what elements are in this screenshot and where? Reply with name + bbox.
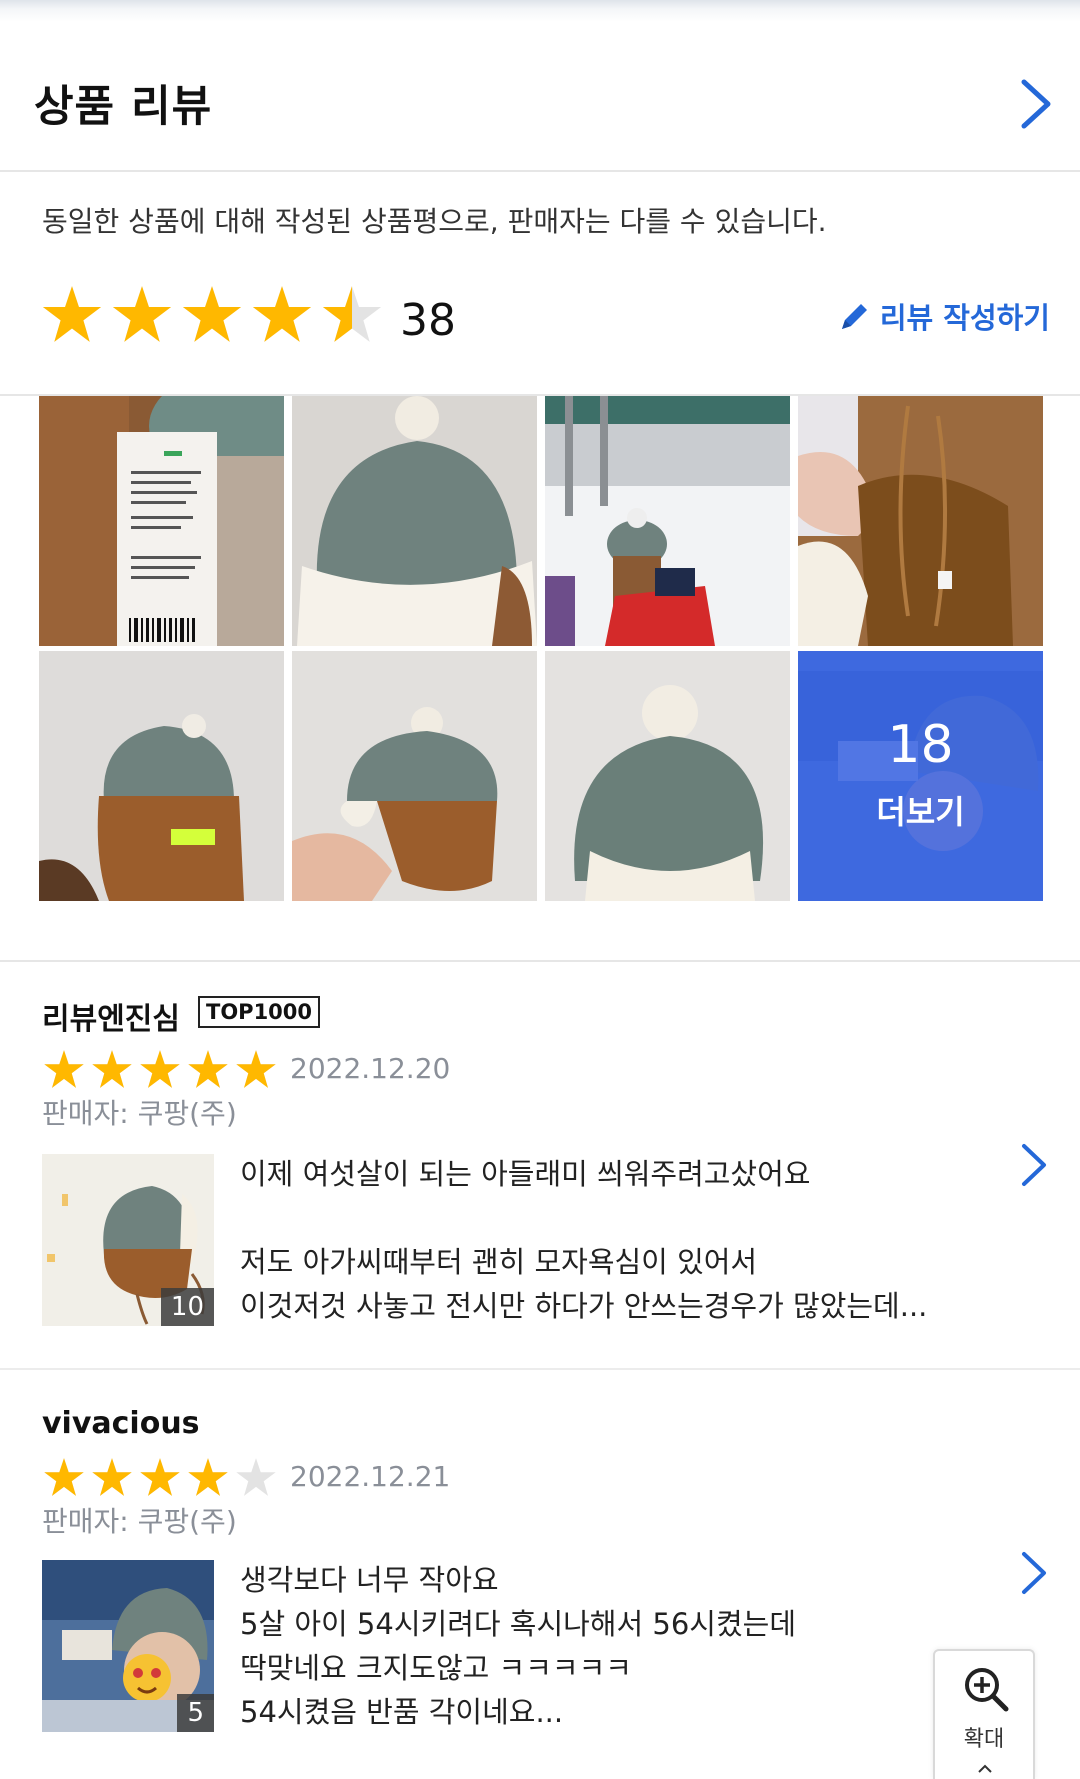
star-filled-icon xyxy=(112,286,172,342)
reviewer-name: vivacious xyxy=(42,1406,200,1441)
review-photo[interactable] xyxy=(545,651,790,901)
more-photos-button[interactable]: 18 더보기 xyxy=(798,651,1043,901)
star-filled-icon xyxy=(188,1458,228,1496)
write-review-button[interactable]: 리뷰 작성하기 xyxy=(838,295,1050,337)
star-filled-icon xyxy=(236,1050,276,1088)
star-filled-icon xyxy=(44,1050,84,1088)
section-title: 상품 리뷰 xyxy=(34,82,213,132)
star-filled-icon xyxy=(92,1050,132,1088)
review-date: 2022.12.21 xyxy=(290,1460,451,1493)
review-stars xyxy=(42,1048,278,1090)
review-seller: 판매자: 쿠팡(주) xyxy=(42,1097,237,1130)
zoom-in-icon xyxy=(965,1668,1009,1712)
review-photo[interactable] xyxy=(39,396,284,646)
review-photo[interactable] xyxy=(545,396,790,646)
zoom-button[interactable]: 확대 xyxy=(933,1649,1035,1779)
reviewer-badge: TOP1000 xyxy=(198,996,321,1028)
rating-summary: 38 리뷰 작성하기 xyxy=(40,283,1050,357)
star-filled-icon xyxy=(252,286,312,342)
reviewer-name: 리뷰엔진심 xyxy=(42,1002,180,1037)
review-section-header[interactable]: 상품 리뷰 xyxy=(0,22,1080,172)
write-review-label: 리뷰 작성하기 xyxy=(879,301,1050,335)
more-photos-count: 18 xyxy=(887,715,954,775)
star-half-icon xyxy=(322,286,382,342)
more-photos-label: 더보기 xyxy=(876,793,965,831)
star-filled-icon xyxy=(42,286,102,342)
star-filled-icon xyxy=(44,1458,84,1496)
review-text: 이제 여섯살이 되는 아들래미 씌워주려고샀어요 저도 아가씨때부터 괜히 모자… xyxy=(240,1157,928,1323)
review-count: 38 xyxy=(400,295,456,346)
review-photo-count: 10 xyxy=(160,1288,214,1326)
divider xyxy=(0,960,1080,962)
zoom-label: 확대 xyxy=(963,1727,1005,1752)
review-photo[interactable] xyxy=(292,651,537,901)
chevron-right-icon[interactable] xyxy=(1018,1142,1050,1188)
review-date: 2022.12.20 xyxy=(290,1052,451,1085)
review-thumbnail[interactable]: 10 xyxy=(42,1154,214,1326)
star-empty-icon xyxy=(236,1458,276,1496)
review-photo[interactable] xyxy=(292,396,537,646)
review-thumbnail[interactable]: 5 xyxy=(42,1560,214,1732)
chevron-right-icon[interactable] xyxy=(1014,76,1058,132)
average-rating-stars xyxy=(40,283,384,345)
review-photo-count: 5 xyxy=(177,1694,214,1732)
review-photo-gallery: 18 더보기 xyxy=(39,396,1043,901)
review-seller: 판매자: 쿠팡(주) xyxy=(42,1505,237,1538)
star-filled-icon xyxy=(182,286,242,342)
star-filled-icon xyxy=(140,1050,180,1088)
chevron-up-icon xyxy=(978,1764,992,1773)
review-stars xyxy=(42,1456,278,1498)
star-filled-icon xyxy=(92,1458,132,1496)
pencil-icon xyxy=(841,304,867,329)
star-filled-icon xyxy=(188,1050,228,1088)
divider xyxy=(0,1368,1080,1370)
top-shadow xyxy=(0,0,1080,22)
review-photo[interactable] xyxy=(798,396,1043,646)
chevron-right-icon[interactable] xyxy=(1018,1550,1050,1596)
review-notice: 동일한 상품에 대해 작성된 상품평으로, 판매자는 다를 수 있습니다. xyxy=(42,205,827,238)
star-filled-icon xyxy=(140,1458,180,1496)
more-photos-overlay: 18 더보기 xyxy=(798,651,1043,901)
review-photo[interactable] xyxy=(39,651,284,901)
review-text: 생각보다 너무 작아요 5살 아이 54시키려다 혹시나해서 56시켰는데 딱맞… xyxy=(240,1563,797,1729)
